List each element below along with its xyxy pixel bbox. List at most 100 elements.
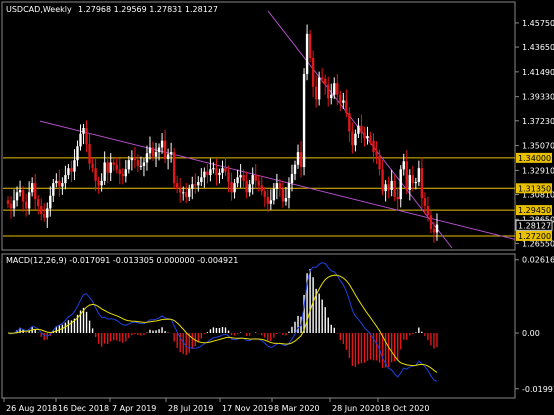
candle-bull [221,168,224,173]
candle-bear [21,190,25,202]
candle-bull [46,208,49,218]
candle-bear [43,214,46,218]
candle-bear [106,162,109,173]
candle-bull [296,152,300,165]
candle-bull [384,184,387,192]
candle-bull [160,140,164,148]
candle-bear [33,183,37,200]
candle-bull [148,147,152,154]
candle-bull [157,147,161,153]
candle-bull [18,190,22,193]
candle-bear [393,180,396,197]
candle-bear [136,160,140,166]
candle-bear [320,77,324,79]
candle-bear [254,175,257,181]
level-price-label: 1.27200 [518,232,551,241]
candle-bull [402,161,405,170]
candle-bull [64,175,67,184]
candle-bear [348,113,351,132]
candle-bull [130,157,134,161]
candle-bull [357,125,360,134]
candle-bear [151,147,155,157]
time-tick-label: 17 Nov 2019 [222,404,273,413]
candle-bear [70,168,73,172]
candle-bear [37,199,40,207]
candle-bear [260,185,263,192]
candle-bull [76,146,79,161]
candle-bear [363,132,366,139]
candle-bull [55,180,58,184]
candle-bull [269,200,273,204]
candle-bull [200,177,203,182]
candle-bear [97,180,100,186]
candle-bear [308,33,312,58]
candle-bull [30,183,34,193]
candle-bull [52,183,55,196]
candle-bear [115,164,118,170]
level-price-label: 1.34000 [518,154,551,163]
price-tick-label: 1.37230 [522,117,554,126]
candle-bear [324,78,327,85]
candle-bear [224,168,227,172]
candle-bear [112,162,115,165]
macd-label: MACD(12,26,9) -0.017091 -0.013305 0.0000… [6,256,238,265]
candle-bull [287,183,291,199]
candle-bull [390,180,393,191]
level-price-label: 1.31350 [518,184,551,193]
candle-bull [73,160,76,172]
candle-bull [236,177,239,184]
candle-bull [290,173,294,184]
macd-tick-label: 0.026162 [522,256,554,265]
candle-bull [169,152,173,155]
candle-bear [91,163,94,169]
candle-bear [266,196,270,204]
candle-bull [82,128,85,134]
candle-bear [387,184,390,191]
candle-bear [423,198,427,207]
candle-bull [188,188,191,197]
current-price-label: 1.28127 [518,221,551,230]
candle-bear [378,155,381,170]
candle-bull [239,175,242,178]
candle-bear [194,184,197,186]
time-tick-label: 16 Dec 2018 [58,404,109,413]
candle-bear [85,128,88,145]
candle-bear [381,169,384,192]
usdcad-weekly-chart: 1.45750 1.43650 1.41490 1.39330 1.37230 1.350… [0,0,554,415]
candle-bear [175,183,179,189]
time-tick-label: 8 Mar 2020 [274,404,320,413]
candle-bear [420,168,424,199]
candle-bull [233,183,236,193]
candle-bear [311,57,315,87]
candle-bull [317,77,321,100]
candle-bull [342,100,345,103]
candle-bull [305,33,309,75]
candle-bull [182,192,185,194]
candle-bull [67,168,70,176]
candle-bear [281,188,285,202]
candle-bear [40,206,43,215]
candle-bull [333,83,336,95]
candle-bull [248,184,251,193]
candle-bull [366,136,369,139]
candle-bear [360,125,363,133]
macd-tick-label: 0.00 [522,329,540,338]
candle-bear [215,168,218,176]
chart-background [0,0,554,415]
candle-bull [61,183,64,187]
candle-bear [429,215,433,230]
candle-bull [272,188,276,201]
chart-title: USDCAD,Weekly [6,5,72,14]
candle-bull [209,169,212,176]
candle-bull [302,74,306,168]
candle-bull [330,94,333,99]
candle-bear [227,171,230,182]
candle-bull [354,133,357,146]
price-tick-label: 1.32910 [522,166,554,175]
price-tick-label: 1.45750 [522,19,554,28]
candle-bull [293,164,297,174]
candle-bear [6,200,10,204]
candle-bull [203,171,206,178]
price-tick-label: 1.35070 [522,142,554,151]
candle-bear [118,169,121,174]
